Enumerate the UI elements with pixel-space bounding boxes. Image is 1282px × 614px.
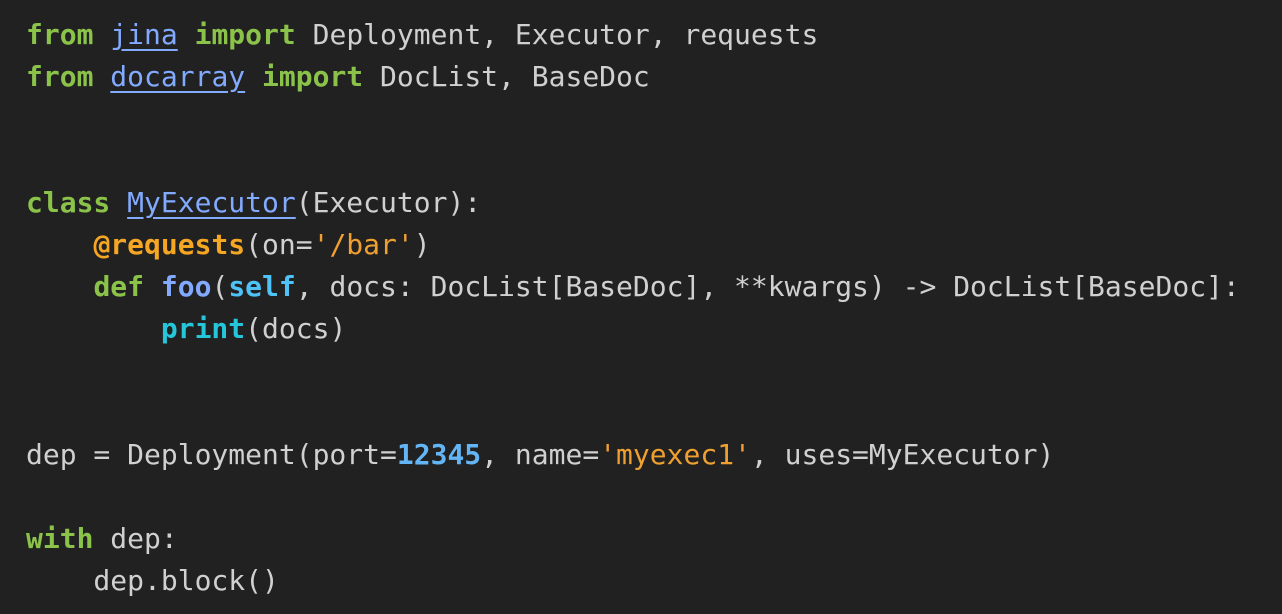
code-text: , docs: DocList[BaseDoc], **kwargs) -> D…: [295, 270, 1240, 303]
self-token: self: [228, 270, 296, 303]
code-line: ​: [26, 392, 1240, 434]
code-line: ​: [26, 476, 1240, 518]
code-text: (: [211, 270, 229, 303]
code-line: dep = Deployment(port=12345, name='myexe…: [26, 434, 1240, 476]
code-line: def foo(self, docs: DocList[BaseDoc], **…: [26, 266, 1240, 308]
code-text: (on=: [245, 228, 313, 261]
code-text: , uses=MyExecutor): [750, 438, 1055, 471]
code-line: from docarray import DocList, BaseDoc: [26, 56, 1240, 98]
keyword-token: with: [26, 522, 94, 555]
string-literal: '/bar': [312, 228, 414, 261]
code-line: ​: [26, 350, 1240, 392]
keyword-token: class: [26, 186, 111, 219]
code-text: dep = Deployment(port=: [26, 438, 397, 471]
code-text: dep.block(): [26, 564, 279, 597]
code-line: with dep:: [26, 518, 1240, 560]
string-literal: 'myexec1': [599, 438, 751, 471]
code-text: ): [413, 228, 431, 261]
keyword-token: import: [194, 18, 296, 51]
code-text: dep:: [93, 522, 178, 555]
keyword-token: def: [93, 270, 145, 303]
code-line: class MyExecutor(Executor):: [26, 182, 1240, 224]
code-text: (docs): [245, 312, 347, 345]
module-link[interactable]: jina: [110, 18, 177, 51]
keyword-token: from: [26, 60, 94, 93]
keyword-token: import: [262, 60, 364, 93]
code-line: print(docs): [26, 308, 1240, 350]
code-line: ​: [26, 140, 1240, 182]
class-name-link[interactable]: MyExecutor: [127, 186, 296, 219]
function-name-token: foo: [160, 270, 212, 303]
code-text: (Executor):: [295, 186, 482, 219]
number-literal: 12345: [396, 438, 482, 471]
code-text: DocList, BaseDoc: [363, 60, 650, 93]
decorator-token: @requests: [93, 228, 246, 261]
code-line: ​: [26, 98, 1240, 140]
code-text: Deployment, Executor, requests: [295, 18, 819, 51]
code-block: from jina import Deployment, Executor, r…: [26, 14, 1240, 602]
code-line: @requests(on='/bar'): [26, 224, 1240, 266]
code-line: from jina import Deployment, Executor, r…: [26, 14, 1240, 56]
builtin-token: print: [160, 312, 246, 345]
code-text: , name=: [481, 438, 600, 471]
module-link[interactable]: docarray: [110, 60, 245, 93]
keyword-token: from: [26, 18, 94, 51]
code-line: dep.block(): [26, 560, 1240, 602]
